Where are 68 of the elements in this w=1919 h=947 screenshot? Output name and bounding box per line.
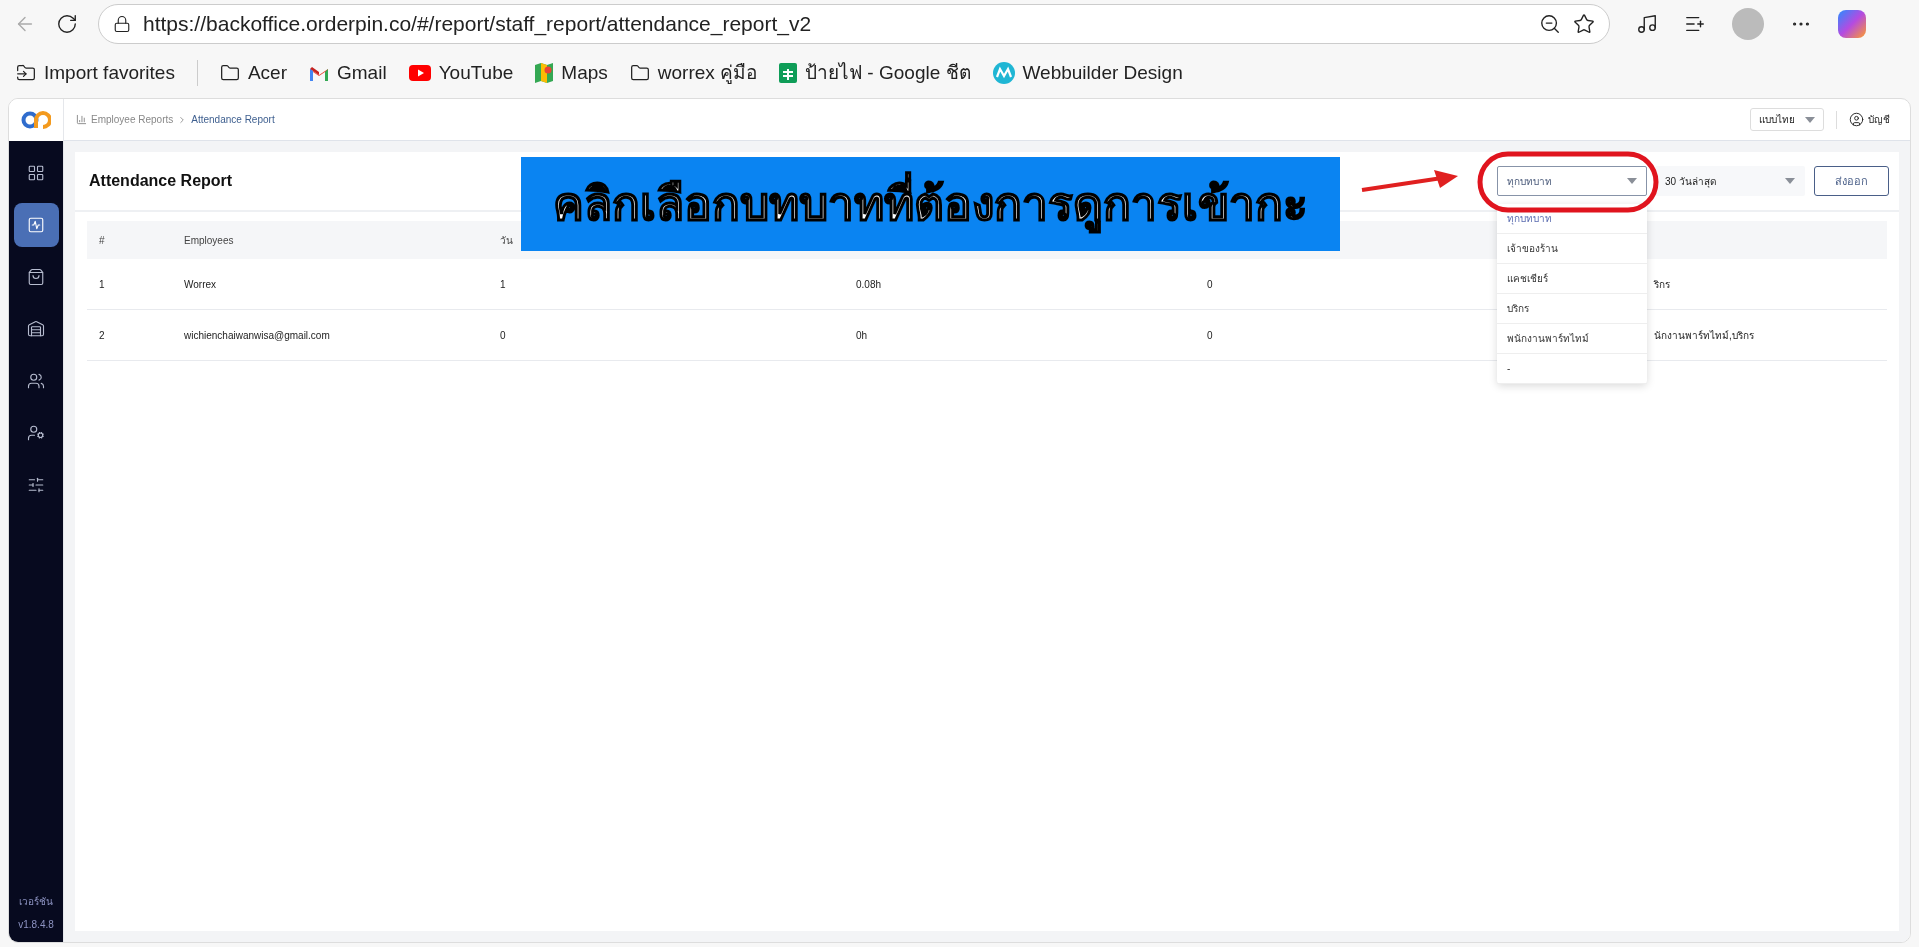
- wave-logo-icon: [992, 62, 1015, 84]
- grid-icon: [27, 164, 45, 182]
- sliders-icon: [27, 476, 45, 494]
- bookmark[interactable]: Acer: [219, 58, 287, 88]
- report-icon: [76, 114, 87, 125]
- export-button[interactable]: ส่งออก: [1814, 166, 1889, 196]
- version-label: เวอร์ชัน: [19, 895, 53, 909]
- mail-logo-icon: [309, 65, 329, 81]
- caret-icon: [1627, 178, 1637, 184]
- table-cell-text: Worrex: [183, 277, 218, 292]
- table-cell: นักงานพาร์ทไทม์,บริกร: [1654, 329, 1754, 341]
- table-cell-text: 1: [499, 277, 507, 292]
- period-select[interactable]: 30 วันล่าสุด: [1655, 166, 1805, 196]
- bookmark[interactable]: Maps: [535, 58, 608, 88]
- menu-option[interactable]: พนักงานพาร์ทไทม์: [1497, 324, 1647, 354]
- table-cell-text: 0h: [855, 328, 869, 343]
- play-logo-icon: [408, 65, 431, 81]
- bookmark[interactable]: Webbuilder Design: [992, 58, 1183, 88]
- column-header: Employees: [183, 233, 235, 248]
- lock-icon: [113, 15, 131, 33]
- table-cell: ริกร: [1654, 278, 1670, 290]
- version-number: v1.8.4.8: [18, 918, 54, 932]
- folder-icon: [219, 63, 240, 83]
- table-cell-text: wichienchaiwanwisa@gmail.com: [183, 328, 331, 343]
- table-cell-text: 1: [98, 277, 106, 292]
- caret-icon: [1805, 116, 1815, 123]
- bookmark[interactable]: Import favorites: [16, 58, 175, 88]
- table-cell-text: 0: [1206, 277, 1214, 292]
- zoom-out-icon[interactable]: [1539, 13, 1561, 35]
- table-cell-text: 2: [98, 328, 106, 343]
- import-icon: [16, 63, 36, 83]
- table-cell-text: 0: [1206, 328, 1214, 343]
- media-icon[interactable]: [1636, 13, 1658, 35]
- bookmark[interactable]: Gmail: [309, 58, 387, 88]
- map-pin-logo-icon: [535, 63, 554, 83]
- reload-icon[interactable]: [56, 13, 78, 35]
- spreadsheet-logo-icon: [779, 63, 798, 83]
- table-cell-text: 0.08h: [855, 277, 883, 292]
- bookmark[interactable]: YouTube: [408, 58, 514, 88]
- breadcrumb-link[interactable]: Employee Reports: [91, 112, 174, 127]
- role-select[interactable]: ทุกบทบาท: [1497, 166, 1647, 196]
- language-select[interactable]: แบบไทย: [1750, 108, 1824, 131]
- address-bar[interactable]: https://backoffice.orderpin.co/#/report/staff_report/attendance_report_v2: [98, 4, 1610, 44]
- warehouse-icon: [27, 320, 45, 338]
- table-cell-text: 0: [499, 328, 507, 343]
- account-label[interactable]: บัญชี: [1868, 112, 1890, 127]
- bookmark[interactable]: worrex คู่มือ: [629, 58, 758, 88]
- page-title: Attendance Report: [89, 171, 233, 191]
- activity-icon: [27, 216, 45, 234]
- star-icon[interactable]: [1573, 13, 1595, 35]
- account-icon[interactable]: [1849, 112, 1864, 127]
- assistant-logo-icon[interactable]: [1838, 10, 1866, 38]
- menu-option[interactable]: -: [1497, 354, 1647, 384]
- folder-icon: [629, 63, 650, 83]
- url-text: https://backoffice.orderpin.co/#/report/staff_report/attendance_report_v2: [143, 11, 813, 38]
- user-settings-icon: [27, 424, 45, 442]
- column-header: วัน: [499, 233, 514, 248]
- shopping-bag-icon: [27, 268, 45, 286]
- column-header: #: [98, 233, 106, 248]
- menu-option[interactable]: บริกร: [1497, 294, 1647, 324]
- breadcrumb-current: Attendance Report: [191, 113, 275, 127]
- app-logo-icon: [21, 110, 51, 130]
- users-icon: [27, 372, 45, 390]
- bookmark[interactable]: ป้ายไฟ - Google ชีต: [779, 58, 971, 88]
- caret-icon: [1785, 178, 1795, 184]
- menu-option[interactable]: แคชเชียร์: [1497, 264, 1647, 294]
- sidebar-item[interactable]: [13, 203, 59, 247]
- annotation-banner: คลิกเลือกบทบาทที่ต้องการดูการเข้ากะ: [521, 157, 1340, 251]
